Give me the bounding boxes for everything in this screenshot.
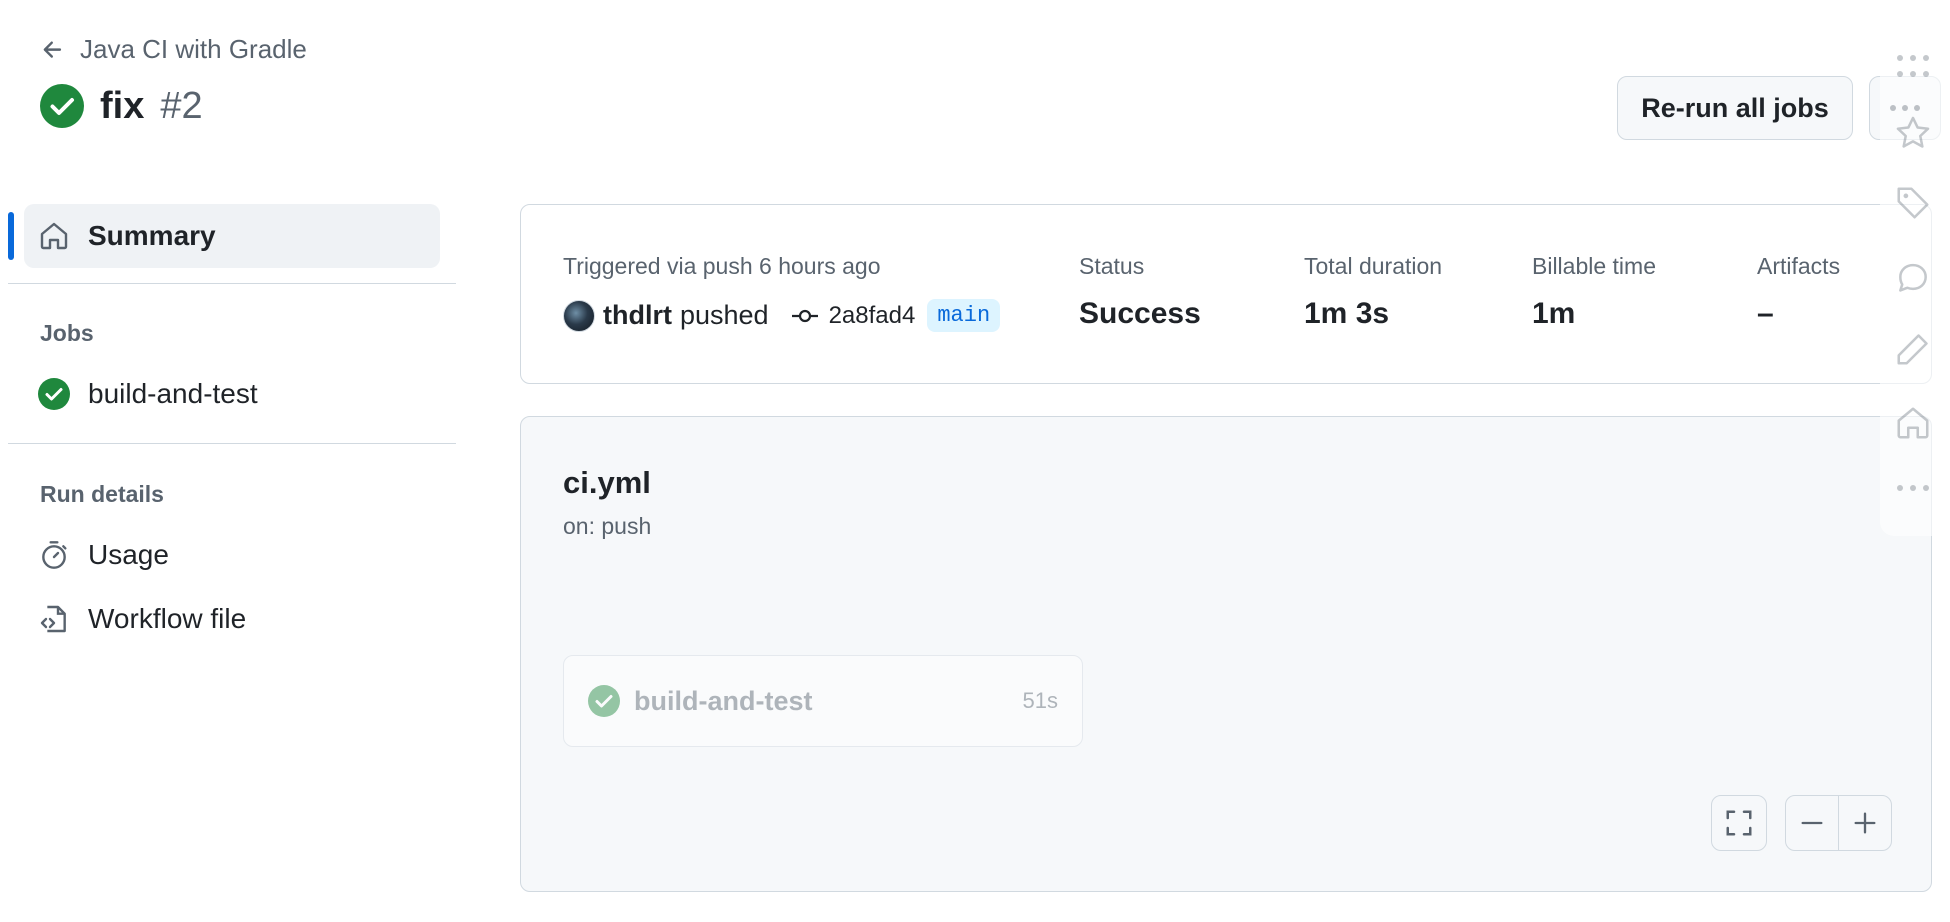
zoom-out-button[interactable] <box>1785 795 1839 851</box>
job-node-duration: 51s <box>1022 688 1058 713</box>
artifacts-label: Artifacts <box>1757 253 1841 279</box>
home-icon[interactable] <box>1894 404 1932 442</box>
git-commit-icon <box>791 308 819 324</box>
check-circle-icon <box>40 84 84 128</box>
sidebar-item-label: Usage <box>88 539 169 570</box>
job-node-build-and-test[interactable]: build-and-test 51s <box>563 655 1083 747</box>
sidebar-divider <box>8 443 456 444</box>
active-indicator <box>8 212 14 260</box>
run-details-heading: Run details <box>40 481 164 507</box>
sidebar-item-usage[interactable]: Usage <box>38 539 169 571</box>
check-circle-icon <box>588 685 620 717</box>
workflow-file-name: ci.yml <box>563 465 651 500</box>
avatar[interactable] <box>563 299 595 332</box>
grip-icon[interactable] <box>1894 52 1932 90</box>
tag-icon[interactable] <box>1894 184 1932 222</box>
branch-badge[interactable]: main <box>927 299 1001 332</box>
fullscreen-icon <box>1724 808 1754 838</box>
back-link[interactable]: Java CI with Gradle <box>40 34 307 65</box>
sidebar-item-label: Workflow file <box>88 603 247 634</box>
plus-icon <box>1851 809 1879 837</box>
back-link-label: Java CI with Gradle <box>80 34 307 64</box>
push-info: thdlrt pushed 2a8fad4 main <box>563 299 1001 332</box>
push-action: pushed <box>679 300 769 330</box>
zoom-in-button[interactable] <box>1838 795 1892 851</box>
rerun-all-jobs-button[interactable]: Re-run all jobs <box>1617 76 1853 140</box>
status-label: Status <box>1079 253 1145 279</box>
pencil-icon[interactable] <box>1894 330 1932 368</box>
billable-label: Billable time <box>1532 253 1656 279</box>
jobs-heading: Jobs <box>40 320 94 346</box>
file-code-icon <box>38 603 70 635</box>
home-icon <box>38 220 70 252</box>
sidebar-divider <box>8 283 456 284</box>
duration-value: 1m 3s <box>1304 297 1390 330</box>
workflow-trigger: on: push <box>563 513 652 539</box>
stopwatch-icon <box>38 539 70 571</box>
comment-icon[interactable] <box>1894 258 1932 296</box>
arrow-left-icon <box>40 37 66 63</box>
sidebar-item-workflow-file[interactable]: Workflow file <box>38 603 246 635</box>
artifacts-value: – <box>1757 297 1774 330</box>
run-number: #2 <box>160 84 203 127</box>
duration-label: Total duration <box>1304 253 1443 279</box>
sidebar-item-label: build-and-test <box>88 378 258 409</box>
page-title: fix <box>100 84 145 127</box>
minus-icon <box>1798 809 1826 837</box>
workflow-graph: ci.yml on: push build-and-test 51s <box>520 416 1932 892</box>
billable-value: 1m <box>1532 297 1576 330</box>
sidebar-item-summary[interactable]: Summary <box>8 204 440 268</box>
commit-sha: 2a8fad4 <box>828 301 916 329</box>
user-link[interactable]: thdlrt <box>603 300 672 331</box>
sidebar-item-build-and-test[interactable]: build-and-test <box>38 378 258 410</box>
job-node-name: build-and-test <box>634 685 813 716</box>
star-icon[interactable] <box>1894 114 1932 152</box>
commit-link[interactable]: 2a8fad4 <box>791 301 916 330</box>
check-circle-icon <box>38 378 70 410</box>
sidebar-item-label: Summary <box>88 220 216 251</box>
trigger-text: Triggered via push 6 hours ago <box>563 253 881 279</box>
more-icon[interactable] <box>1894 482 1932 520</box>
run-title: fix #2 <box>40 84 203 128</box>
run-summary-card: Triggered via push 6 hours ago thdlrt pu… <box>520 204 1932 384</box>
fullscreen-button[interactable] <box>1711 795 1767 851</box>
status-value: Success <box>1079 297 1201 330</box>
